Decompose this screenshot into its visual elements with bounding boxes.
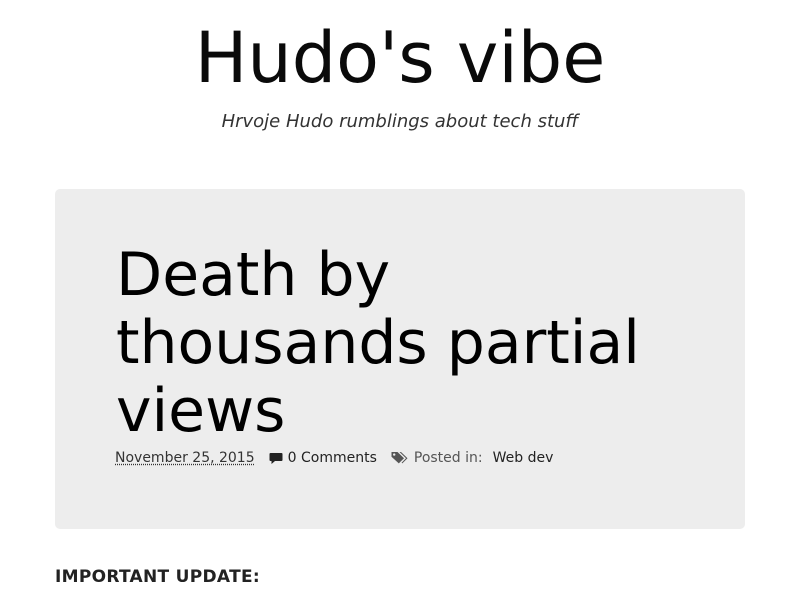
comments-count: 0 Comments — [287, 450, 377, 466]
site-header: Hudo's vibe Hrvoje Hudo rumblings about … — [0, 0, 800, 160]
site-tagline: Hrvoje Hudo rumblings about tech stuff — [221, 111, 579, 132]
site-title[interactable]: Hudo's vibe — [0, 16, 800, 100]
post-title: Death by thousands partial views — [116, 240, 640, 446]
comment-icon — [269, 452, 283, 465]
important-update-heading: IMPORTANT UPDATE: — [55, 567, 260, 587]
tags-icon — [391, 451, 409, 465]
comments-link[interactable]: 0 Comments — [269, 449, 377, 467]
post-date[interactable]: November 25, 2015 — [115, 449, 255, 467]
post-meta: November 25, 2015 0 Comments Posted in: … — [115, 449, 553, 467]
post-hero: Death by thousands partial views Novembe… — [55, 189, 745, 529]
posted-in-label: Posted in: — [413, 450, 483, 466]
category-link[interactable]: Web dev — [493, 449, 554, 467]
